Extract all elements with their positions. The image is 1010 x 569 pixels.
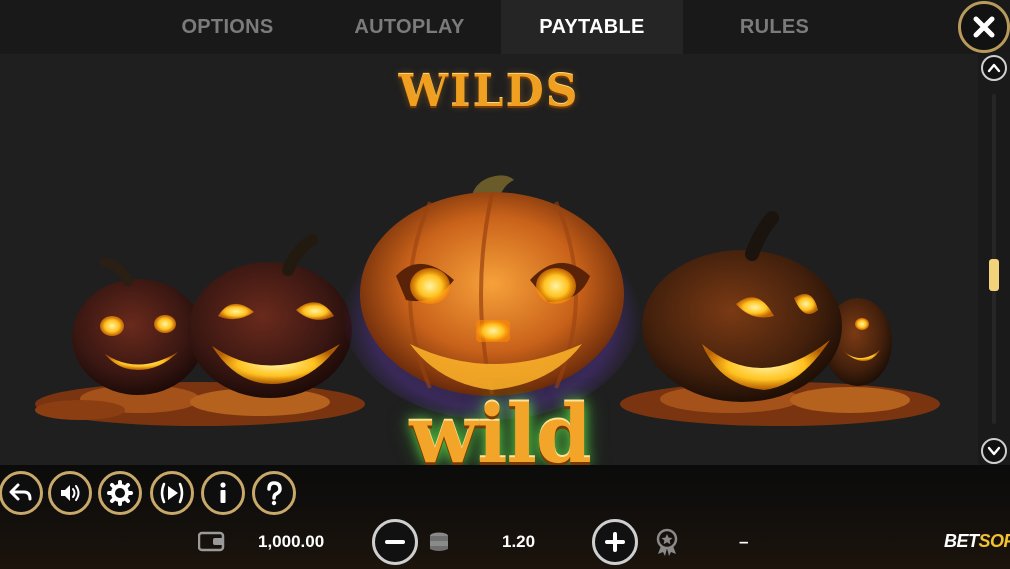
close-button[interactable] [958, 1, 1010, 53]
balance-value: 1,000.00 [258, 532, 325, 551]
wild-symbol-label: wild [409, 387, 592, 465]
wallet-icon [198, 529, 226, 553]
sound-button[interactable] [48, 471, 92, 515]
scrollbar[interactable] [978, 54, 1010, 465]
help-button[interactable] [252, 471, 296, 515]
pumpkin-right [642, 211, 842, 402]
back-button[interactable] [0, 471, 43, 515]
section-title: WILDS [398, 66, 580, 117]
tab-rules[interactable]: RULES [684, 0, 865, 54]
win-value: – [739, 532, 749, 551]
settings-button[interactable] [98, 471, 142, 515]
sound-icon [61, 485, 80, 501]
tab-bar: OPTIONS AUTOPLAY PAYTABLE RULES [0, 0, 1010, 54]
scroll-down-button[interactable] [981, 438, 1007, 464]
brand-logo: BETSOFT [944, 531, 1010, 551]
info-button[interactable] [201, 471, 245, 515]
plus-icon [605, 532, 625, 552]
autoplay-button[interactable] [150, 471, 194, 515]
chevron-up-icon [987, 63, 1001, 73]
chevron-down-icon [987, 446, 1001, 456]
tab-paytable[interactable]: PAYTABLE [501, 0, 683, 54]
info-icon [220, 482, 226, 503]
autoplay-icon [160, 482, 184, 504]
bottom-bar: 1,000.00 1.20 – BETSO [0, 465, 1010, 569]
decrease-bet-button[interactable] [372, 519, 418, 565]
pumpkin-center [342, 175, 642, 420]
scroll-thumb[interactable] [989, 259, 999, 291]
bet-value: 1.20 [502, 532, 536, 551]
tab-options[interactable]: OPTIONS [137, 0, 318, 54]
award-icon [654, 527, 680, 557]
close-icon [973, 16, 995, 38]
minus-icon [385, 540, 405, 544]
paytable-content: WILDS wild [0, 54, 978, 465]
help-icon [267, 481, 282, 506]
game-app: OPTIONS AUTOPLAY PAYTABLE RULES WILDS wi… [0, 0, 1010, 569]
increase-bet-button[interactable] [592, 519, 638, 565]
coins-icon [426, 529, 452, 555]
scroll-up-button[interactable] [981, 55, 1007, 81]
gear-icon [107, 480, 133, 506]
leaves-left [35, 382, 365, 426]
tab-autoplay[interactable]: AUTOPLAY [319, 0, 500, 54]
pumpkin-left [188, 234, 352, 398]
back-icon [9, 483, 32, 501]
pumpkin-far-left [72, 257, 204, 395]
